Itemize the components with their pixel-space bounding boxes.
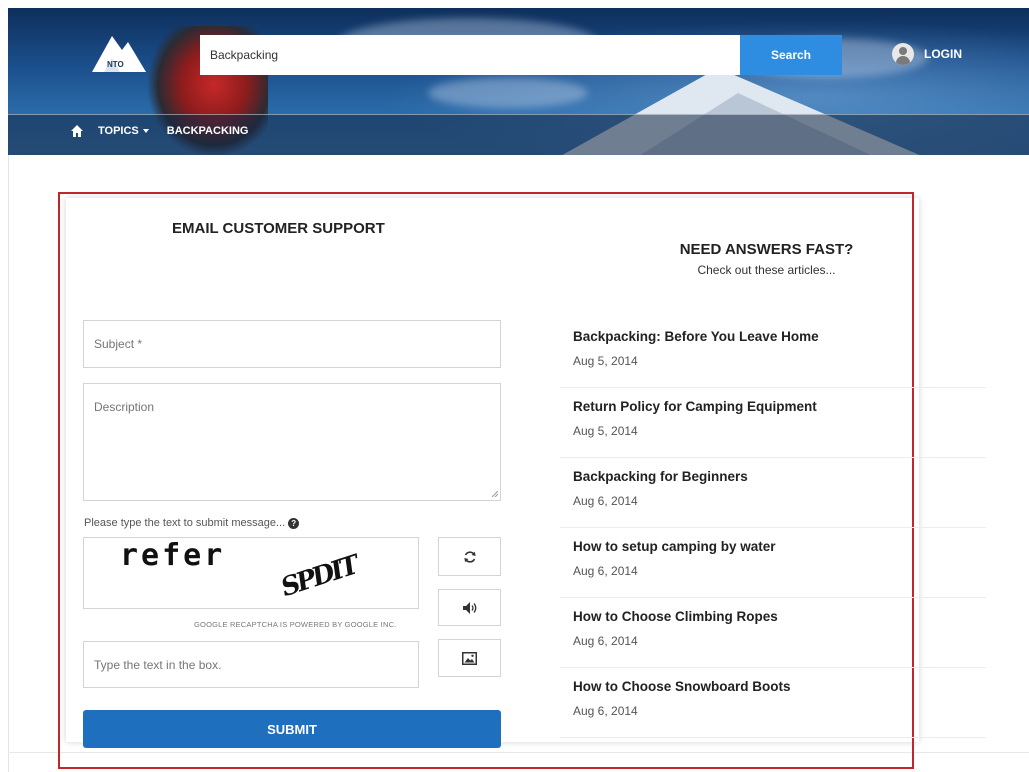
submit-button[interactable]: SUBMIT bbox=[83, 710, 501, 748]
home-icon[interactable] bbox=[70, 124, 84, 138]
article-item[interactable]: How to setup camping by water Aug 6, 201… bbox=[560, 527, 986, 598]
captcha-prompt: Please type the text to submit message..… bbox=[84, 517, 300, 529]
articles-subtitle: Check out these articles... bbox=[697, 263, 836, 277]
articles-title: NEED ANSWERS FAST? bbox=[679, 241, 854, 258]
breadcrumb: TOPICS BACKPACKING bbox=[70, 124, 248, 138]
captcha-input[interactable] bbox=[83, 641, 419, 688]
article-title[interactable]: Backpacking for Beginners bbox=[573, 469, 748, 484]
article-date: Aug 5, 2014 bbox=[573, 424, 638, 438]
article-item[interactable]: How to Choose Climbing Ropes Aug 6, 2014 bbox=[560, 597, 986, 668]
search-input[interactable] bbox=[200, 35, 740, 75]
article-date: Aug 5, 2014 bbox=[573, 354, 638, 368]
article-item[interactable]: Backpacking: Before You Leave Home Aug 5… bbox=[560, 317, 986, 388]
image-icon bbox=[462, 651, 477, 665]
article-item[interactable]: Return Policy for Camping Equipment Aug … bbox=[560, 387, 986, 458]
login-link[interactable]: LOGIN bbox=[892, 42, 962, 66]
captcha-image-button[interactable] bbox=[438, 639, 501, 677]
description-field[interactable] bbox=[83, 383, 501, 501]
search-button[interactable]: Search bbox=[740, 35, 842, 75]
captcha-word-2: SPDIT bbox=[279, 549, 358, 605]
captcha-refresh-button[interactable] bbox=[438, 537, 501, 576]
captcha-prompt-text: Please type the text to submit message..… bbox=[84, 517, 286, 529]
subject-field[interactable] bbox=[83, 320, 501, 368]
captcha-audio-button[interactable] bbox=[438, 589, 501, 626]
captcha-credit: GOOGLE RECAPTCHA IS POWERED BY GOOGLE IN… bbox=[194, 620, 397, 629]
captcha-image: refer SPDIT bbox=[83, 537, 419, 609]
speaker-icon bbox=[462, 601, 476, 614]
article-item[interactable]: Backpacking for Beginners Aug 6, 2014 bbox=[560, 457, 986, 528]
nav-topics[interactable]: TOPICS bbox=[98, 125, 149, 137]
article-title[interactable]: Backpacking: Before You Leave Home bbox=[573, 329, 819, 344]
article-title[interactable]: How to Choose Snowboard Boots bbox=[573, 679, 791, 694]
article-item[interactable]: How to Choose Snowboard Boots Aug 6, 201… bbox=[560, 667, 986, 738]
user-icon bbox=[892, 43, 914, 65]
article-date: Aug 6, 2014 bbox=[573, 704, 638, 718]
nav-topics-label: TOPICS bbox=[98, 125, 139, 137]
article-title[interactable]: How to setup camping by water bbox=[573, 539, 776, 554]
refresh-icon bbox=[463, 550, 476, 563]
chevron-down-icon bbox=[142, 129, 149, 133]
page-left-border bbox=[8, 155, 9, 772]
resize-handle-icon[interactable] bbox=[491, 490, 498, 497]
form-title: EMAIL CUSTOMER SUPPORT bbox=[172, 220, 385, 237]
help-icon[interactable]: ? bbox=[288, 517, 300, 529]
article-title[interactable]: Return Policy for Camping Equipment bbox=[573, 399, 817, 414]
article-title[interactable]: How to Choose Climbing Ropes bbox=[573, 609, 778, 624]
captcha-word-1: refer bbox=[120, 538, 226, 573]
article-date: Aug 6, 2014 bbox=[573, 564, 638, 578]
login-label: LOGIN bbox=[924, 47, 962, 61]
nav-backpacking[interactable]: BACKPACKING bbox=[167, 125, 249, 137]
logo-text: NTO bbox=[107, 60, 124, 69]
article-date: Aug 6, 2014 bbox=[573, 494, 638, 508]
article-date: Aug 6, 2014 bbox=[573, 634, 638, 648]
